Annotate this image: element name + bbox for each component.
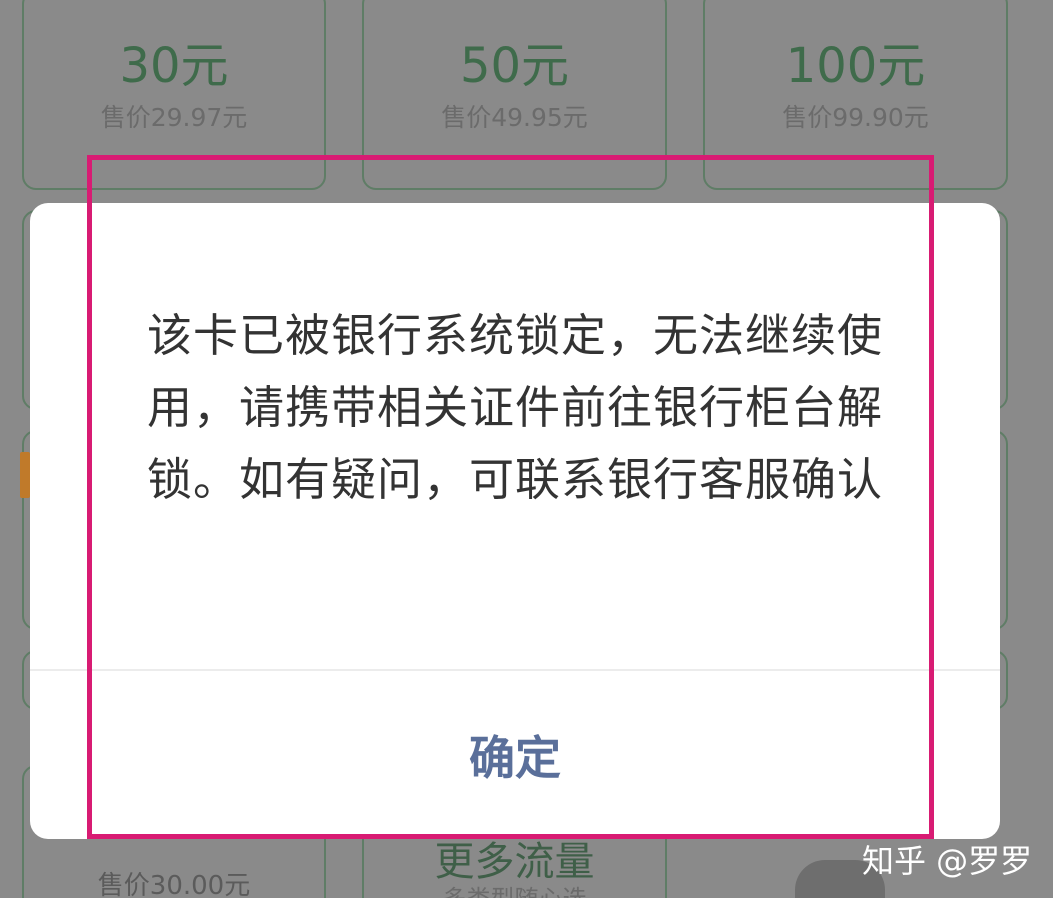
recharge-page: 30元 售价29.97元 50元 售价49.95元 100元 售价99.90元 … — [0, 0, 1053, 898]
card-price: 售价49.95元 — [441, 103, 588, 132]
recharge-card-50[interactable]: 50元 售价49.95元 — [362, 0, 667, 190]
card-amount: 30元 — [119, 38, 229, 94]
promo-tab — [20, 452, 30, 498]
recharge-card-100[interactable]: 100元 售价99.90元 — [703, 0, 1008, 190]
card-amount: 50元 — [459, 38, 570, 94]
card-price: 售价29.97元 — [100, 103, 248, 132]
alert-dialog: 该卡已被银行系统锁定，无法继续使用，请携带相关证件前往银行柜台解锁。如有疑问，可… — [30, 203, 1000, 839]
dialog-message: 该卡已被银行系统锁定，无法继续使用，请携带相关证件前往银行柜台解锁。如有疑问，可… — [146, 309, 883, 506]
card-amount: 100元 — [785, 38, 926, 94]
card-price: 售价30.00元 — [97, 871, 251, 898]
watermark-text: 知乎 @罗罗 — [862, 842, 1033, 880]
confirm-button[interactable]: 确定 — [30, 671, 1000, 839]
recharge-card-30[interactable]: 30元 售价29.97元 — [22, 0, 326, 190]
card-price: 售价99.90元 — [782, 103, 929, 132]
card-subtitle: 多类型随心选 — [364, 879, 665, 898]
